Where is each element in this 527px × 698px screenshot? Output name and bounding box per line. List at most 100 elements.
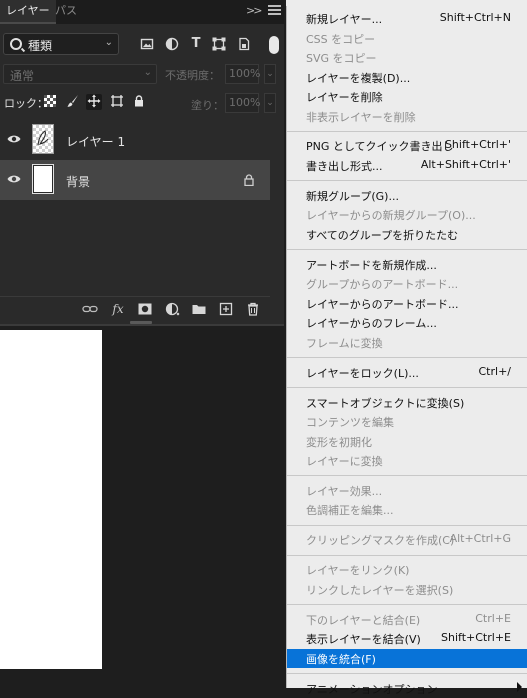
type-filter-icon[interactable]: T <box>189 37 203 51</box>
menu-item-shortcut: Alt+Shift+Ctrl+' <box>420 157 511 171</box>
filter-toggle-switch[interactable] <box>269 36 279 54</box>
layer-name: レイヤー 1 <box>66 135 126 149</box>
menu-item: クリッピングマスクを作成(C) Alt+Ctrl+G <box>287 530 527 549</box>
menu-item-label: リンクしたレイヤーを選択(S) <box>306 583 454 597</box>
menu-item-label: レイヤーをロック(L)... <box>306 366 419 380</box>
smart-object-filter-icon[interactable] <box>237 37 251 51</box>
menu-item-label: 新規レイヤー... <box>306 13 383 26</box>
panel-resize-handle[interactable] <box>130 321 152 324</box>
fill-input[interactable]: 100% <box>225 93 260 113</box>
menu-item[interactable]: 画像を統合(F) <box>287 648 527 668</box>
menu-item: 変形を初期化 <box>287 432 527 451</box>
tab-paths[interactable]: パス <box>49 0 83 24</box>
adjustment-filter-icon[interactable] <box>165 37 179 51</box>
opacity-dropdown-button[interactable]: ⌄ <box>264 64 276 84</box>
lock-artboard-icon[interactable] <box>109 94 125 110</box>
filter-kind-label: 種類 <box>28 39 53 53</box>
menu-item-label: 下のレイヤーと結合(E) <box>306 613 421 627</box>
layer-row[interactable]: 背景 <box>0 160 270 200</box>
menu-item[interactable]: 書き出し形式... Alt+Shift+Ctrl+' <box>287 156 527 175</box>
menu-item-shortcut: Ctrl+/ <box>478 364 512 378</box>
lock-transparent-pixels-icon[interactable] <box>42 94 58 110</box>
menu-item-label: レイヤーを削除 <box>306 91 383 104</box>
group-folder-icon[interactable] <box>191 302 207 316</box>
menu-item[interactable]: レイヤーからのアートボード... <box>287 294 527 313</box>
image-filter-icon[interactable] <box>140 37 154 51</box>
menu-item[interactable]: PNG としてクイック書き出し Shift+Ctrl+' <box>287 136 527 155</box>
menu-item: 色調補正を編集... <box>287 500 527 519</box>
layer-thumbnail <box>32 164 54 194</box>
blend-mode-value: 通常 <box>10 69 35 83</box>
fill-dropdown-button[interactable]: ⌄ <box>264 93 276 113</box>
menu-item-label: レイヤーからのアートボード... <box>306 297 459 311</box>
panel-menu-icon[interactable] <box>268 5 281 16</box>
menu-item: 非表示レイヤーを削除 <box>287 107 527 126</box>
visibility-eye-icon[interactable] <box>7 174 21 184</box>
menu-item-shortcut: Shift+Ctrl+E <box>441 631 511 645</box>
menu-item-label: レイヤーに変換 <box>306 455 383 468</box>
menu-item[interactable]: 新規グループ(G)... <box>287 186 527 205</box>
opacity-input[interactable]: 100% <box>225 64 260 84</box>
mask-icon[interactable] <box>137 302 153 316</box>
menu-item[interactable]: すべてのグループを折りたたむ <box>287 225 527 244</box>
menu-item-label: レイヤーをリンク(K) <box>306 564 410 578</box>
lock-all-icon[interactable] <box>131 94 147 110</box>
menu-item-shortcut: Alt+Ctrl+G <box>449 532 511 546</box>
menu-item: グループからのアートボード... <box>287 274 527 293</box>
menu-separator <box>287 524 527 526</box>
visibility-eye-icon[interactable] <box>7 134 21 144</box>
menu-item-label: PNG としてクイック書き出し <box>306 140 454 154</box>
menu-item-shortcut: Ctrl+E <box>475 611 511 625</box>
menu-separator <box>287 672 527 674</box>
menu-item[interactable]: 表示レイヤーを結合(V) Shift+Ctrl+E <box>287 629 527 648</box>
new-layer-icon[interactable] <box>218 302 234 316</box>
menu-item[interactable]: 新規レイヤー... Shift+Ctrl+N <box>287 9 527 28</box>
menu-item-label: 書き出し形式... <box>306 159 383 173</box>
menu-item[interactable]: レイヤーからのフレーム... <box>287 313 527 332</box>
menu-item: レイヤー効果... <box>287 481 527 500</box>
tab-layers[interactable]: レイヤー <box>0 0 56 24</box>
menu-separator <box>287 554 527 556</box>
search-icon <box>10 38 22 50</box>
menu-item: リンクしたレイヤーを選択(S) <box>287 580 527 599</box>
layer-lock-icon <box>244 174 254 187</box>
menu-item: コンテンツを編集 <box>287 412 527 431</box>
lock-image-pixels-icon[interactable] <box>65 94 81 110</box>
blend-mode-select[interactable]: 通常 ⌄ <box>3 64 157 84</box>
delete-icon[interactable] <box>245 302 261 316</box>
adjustment-icon[interactable] <box>165 302 181 316</box>
menu-item-label: 変形を初期化 <box>306 435 372 449</box>
fx-icon[interactable]: fx <box>110 302 126 316</box>
menu-item-label: レイヤーからのフレーム... <box>306 317 437 331</box>
menu-item-label: 表示レイヤーを結合(V) <box>306 633 421 647</box>
menu-separator <box>287 180 527 182</box>
menu-item-label: グループからのアートボード... <box>306 278 459 292</box>
menu-item: レイヤーに変換 <box>287 451 527 470</box>
menu-item-label: 非表示レイヤーを削除 <box>306 110 416 124</box>
menu-item-shortcut: Shift+Ctrl+' <box>444 138 511 152</box>
panel-tab-bar: レイヤー パス >> <box>0 0 284 24</box>
document-canvas[interactable] <box>0 330 102 669</box>
layer-row[interactable]: レイヤー 1 <box>0 120 270 160</box>
shape-filter-icon[interactable] <box>212 37 226 51</box>
menu-item-label: すべてのグループを折りたたむ <box>306 228 459 242</box>
menu-separator <box>287 249 527 250</box>
layer-filter-select[interactable]: 種類 ⌄ <box>3 33 119 55</box>
menu-item[interactable]: アートボードを新規作成... <box>287 255 527 274</box>
menu-item[interactable]: レイヤーを削除 <box>287 87 527 106</box>
menu-item-label: SVG をコピー <box>306 52 377 65</box>
menu-separator <box>287 386 527 388</box>
layer-thumbnail <box>32 124 54 154</box>
submenu-arrow-icon <box>517 681 522 692</box>
lock-position-icon[interactable] <box>86 94 102 110</box>
menu-item-label: レイヤー効果... <box>306 484 383 498</box>
layers-panel-context-menu: 新規レイヤー... Shift+Ctrl+N CSS をコピー SVG をコピー レイヤ… <box>286 6 527 696</box>
menu-item[interactable]: レイヤーをロック(L)... Ctrl+/ <box>287 363 527 382</box>
menu-item[interactable]: レイヤーを複製(D)... <box>287 68 527 87</box>
collapse-panels-icon[interactable]: >> <box>246 4 263 17</box>
menu-item-label: 色調補正を編集... <box>306 504 394 518</box>
menu-item[interactable]: スマートオブジェクトに変換(S) <box>287 393 527 412</box>
link-icon[interactable] <box>82 302 98 316</box>
menu-item[interactable]: アニメーションオプション <box>287 679 527 698</box>
menu-separator <box>287 603 527 605</box>
